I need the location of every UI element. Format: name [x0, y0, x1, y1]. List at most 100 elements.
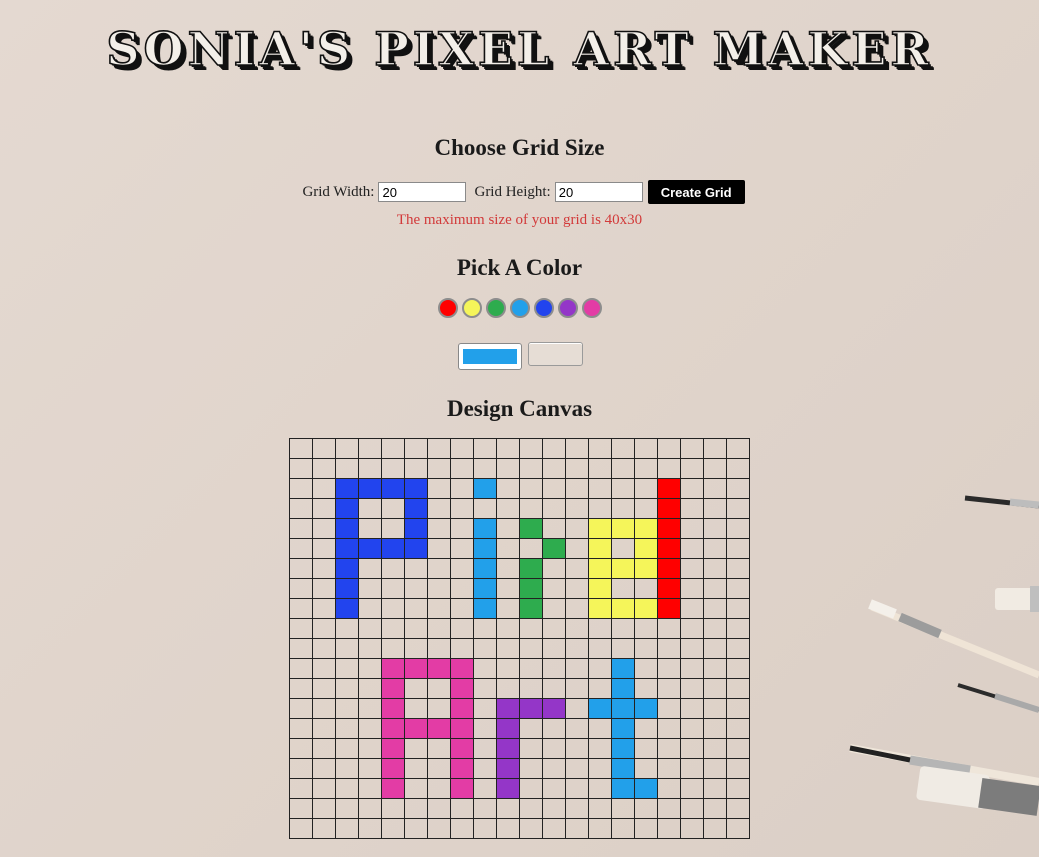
canvas-cell[interactable]: [474, 779, 497, 799]
canvas-cell[interactable]: [290, 699, 313, 719]
canvas-cell[interactable]: [290, 519, 313, 539]
canvas-cell[interactable]: [704, 819, 727, 839]
canvas-cell[interactable]: [612, 459, 635, 479]
canvas-cell[interactable]: [543, 439, 566, 459]
canvas-cell[interactable]: [451, 559, 474, 579]
canvas-cell[interactable]: [635, 619, 658, 639]
canvas-cell[interactable]: [474, 819, 497, 839]
canvas-cell[interactable]: [382, 439, 405, 459]
color-swatch-pink[interactable]: [581, 298, 602, 318]
color-swatch-green[interactable]: [485, 298, 506, 318]
canvas-cell[interactable]: [681, 659, 704, 679]
canvas-cell[interactable]: [336, 779, 359, 799]
design-canvas[interactable]: [289, 438, 750, 839]
canvas-cell[interactable]: [658, 619, 681, 639]
canvas-cell[interactable]: [428, 699, 451, 719]
canvas-cell[interactable]: [727, 739, 750, 759]
canvas-cell[interactable]: [290, 819, 313, 839]
canvas-cell[interactable]: [520, 819, 543, 839]
canvas-cell[interactable]: [451, 719, 474, 739]
canvas-cell[interactable]: [543, 479, 566, 499]
canvas-cell[interactable]: [359, 699, 382, 719]
canvas-cell[interactable]: [635, 539, 658, 559]
canvas-cell[interactable]: [566, 779, 589, 799]
canvas-cell[interactable]: [428, 799, 451, 819]
canvas-cell[interactable]: [658, 639, 681, 659]
canvas-cell[interactable]: [336, 559, 359, 579]
canvas-cell[interactable]: [704, 699, 727, 719]
canvas-cell[interactable]: [313, 499, 336, 519]
canvas-cell[interactable]: [313, 679, 336, 699]
canvas-cell[interactable]: [497, 759, 520, 779]
canvas-cell[interactable]: [520, 479, 543, 499]
canvas-cell[interactable]: [428, 519, 451, 539]
canvas-cell[interactable]: [727, 439, 750, 459]
canvas-cell[interactable]: [520, 759, 543, 779]
canvas-cell[interactable]: [727, 459, 750, 479]
canvas-cell[interactable]: [589, 819, 612, 839]
canvas-cell[interactable]: [451, 599, 474, 619]
canvas-cell[interactable]: [474, 579, 497, 599]
canvas-cell[interactable]: [359, 579, 382, 599]
canvas-cell[interactable]: [681, 819, 704, 839]
canvas-cell[interactable]: [704, 519, 727, 539]
canvas-cell[interactable]: [382, 579, 405, 599]
canvas-cell[interactable]: [612, 799, 635, 819]
grid-width-input[interactable]: [378, 182, 467, 202]
canvas-cell[interactable]: [658, 459, 681, 479]
canvas-cell[interactable]: [497, 739, 520, 759]
canvas-cell[interactable]: [520, 639, 543, 659]
canvas-cell[interactable]: [612, 519, 635, 539]
canvas-cell[interactable]: [313, 639, 336, 659]
canvas-cell[interactable]: [681, 739, 704, 759]
canvas-cell[interactable]: [405, 539, 428, 559]
canvas-cell[interactable]: [405, 819, 428, 839]
canvas-cell[interactable]: [520, 679, 543, 699]
canvas-cell[interactable]: [612, 559, 635, 579]
canvas-cell[interactable]: [727, 619, 750, 639]
canvas-cell[interactable]: [727, 659, 750, 679]
canvas-cell[interactable]: [474, 699, 497, 719]
canvas-cell[interactable]: [566, 479, 589, 499]
canvas-cell[interactable]: [543, 759, 566, 779]
canvas-cell[interactable]: [290, 439, 313, 459]
canvas-cell[interactable]: [336, 799, 359, 819]
canvas-cell[interactable]: [497, 439, 520, 459]
canvas-cell[interactable]: [704, 439, 727, 459]
canvas-cell[interactable]: [612, 639, 635, 659]
canvas-cell[interactable]: [405, 719, 428, 739]
canvas-cell[interactable]: [658, 659, 681, 679]
canvas-cell[interactable]: [704, 599, 727, 619]
canvas-cell[interactable]: [635, 819, 658, 839]
canvas-cell[interactable]: [382, 679, 405, 699]
canvas-cell[interactable]: [589, 499, 612, 519]
canvas-cell[interactable]: [382, 779, 405, 799]
canvas-cell[interactable]: [635, 559, 658, 579]
canvas-cell[interactable]: [612, 719, 635, 739]
canvas-cell[interactable]: [497, 579, 520, 599]
canvas-cell[interactable]: [313, 779, 336, 799]
canvas-cell[interactable]: [336, 599, 359, 619]
canvas-cell[interactable]: [635, 679, 658, 699]
canvas-cell[interactable]: [566, 619, 589, 639]
canvas-cell[interactable]: [704, 659, 727, 679]
canvas-cell[interactable]: [290, 719, 313, 739]
canvas-cell[interactable]: [727, 579, 750, 599]
canvas-cell[interactable]: [474, 439, 497, 459]
canvas-cell[interactable]: [612, 599, 635, 619]
canvas-cell[interactable]: [336, 639, 359, 659]
canvas-cell[interactable]: [474, 459, 497, 479]
canvas-cell[interactable]: [336, 619, 359, 639]
canvas-cell[interactable]: [681, 699, 704, 719]
canvas-cell[interactable]: [681, 639, 704, 659]
canvas-cell[interactable]: [451, 699, 474, 719]
canvas-cell[interactable]: [359, 459, 382, 479]
color-swatch-red[interactable]: [437, 298, 458, 318]
canvas-cell[interactable]: [382, 519, 405, 539]
canvas-cell[interactable]: [290, 599, 313, 619]
canvas-cell[interactable]: [612, 439, 635, 459]
canvas-cell[interactable]: [382, 619, 405, 639]
canvas-cell[interactable]: [451, 519, 474, 539]
canvas-cell[interactable]: [635, 639, 658, 659]
canvas-cell[interactable]: [428, 539, 451, 559]
